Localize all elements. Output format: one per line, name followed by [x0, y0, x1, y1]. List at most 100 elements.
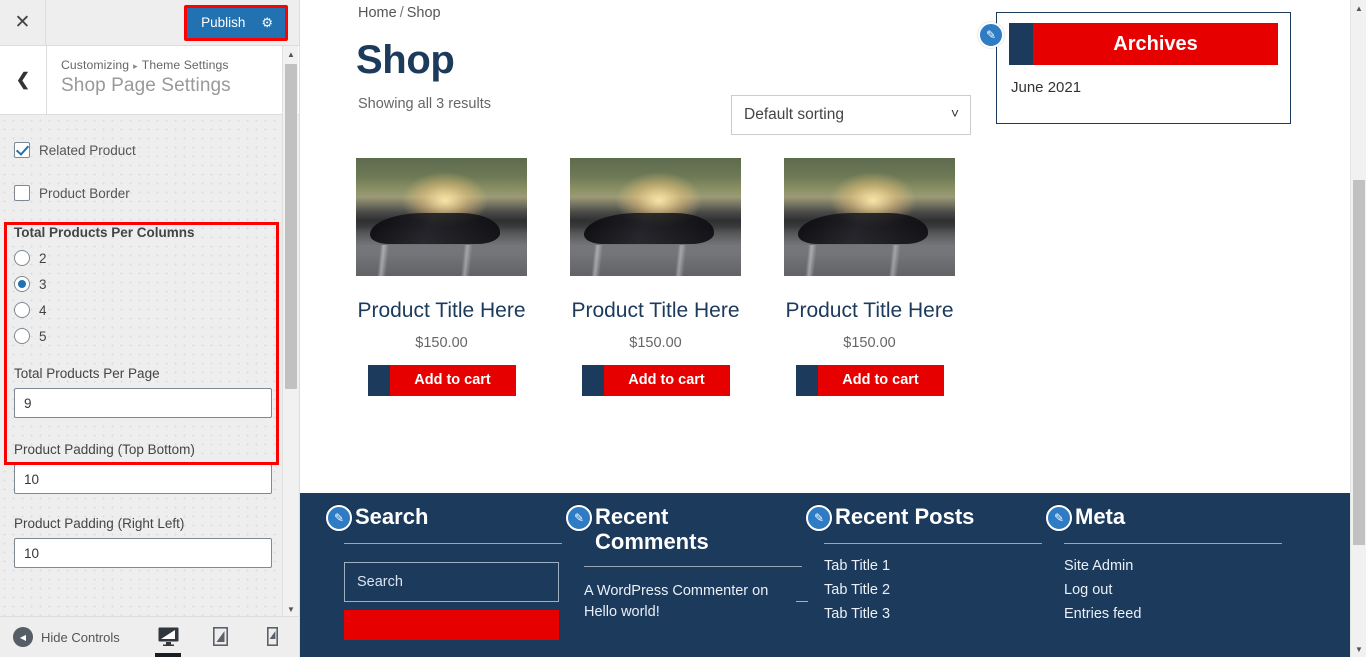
radio-icon[interactable]	[14, 328, 30, 344]
breadcrumb: Customizing▸Theme Settings	[61, 58, 231, 72]
button-accent-block	[796, 365, 818, 396]
product-title[interactable]: Product Title Here	[356, 298, 527, 325]
checkbox-icon-unchecked[interactable]	[14, 185, 30, 201]
radio-label: 4	[39, 303, 47, 318]
desktop-preview-icon[interactable]	[153, 616, 183, 657]
button-accent-block	[368, 365, 390, 396]
per-page-control: Total Products Per Page	[0, 366, 286, 418]
add-to-cart-button[interactable]: Add to cart	[582, 365, 730, 396]
page-title: Shop	[356, 38, 454, 83]
edit-pencil-icon[interactable]: ✎	[978, 22, 1004, 48]
add-to-cart-button[interactable]: Add to cart	[796, 365, 944, 396]
results-count: Showing all 3 results	[358, 96, 491, 112]
sidebar-scrollbar[interactable]: ▲ ▼	[282, 46, 298, 617]
widget-title: Archives	[1033, 23, 1278, 65]
sorting-select[interactable]: Default sorting ˅	[731, 95, 971, 135]
radio-columns-3[interactable]: 3	[0, 276, 286, 292]
product-image[interactable]	[356, 158, 527, 276]
columns-control-group: Total Products Per Columns 2 3 4 5	[0, 225, 286, 344]
edit-pencil-icon[interactable]: ✎	[326, 505, 352, 531]
scroll-down-icon[interactable]: ▼	[283, 601, 299, 617]
list-item[interactable]: Tab Title 1	[824, 558, 1028, 574]
hide-controls-button[interactable]: ◀ Hide Controls	[0, 627, 120, 647]
footer-widget-row: ✎ Search ✎ Recent Comments A WordPress C…	[300, 493, 1350, 645]
add-to-cart-button[interactable]: Add to cart	[368, 365, 516, 396]
preview-scrollbar[interactable]: ▲ ▼	[1350, 0, 1366, 657]
padding-rl-input[interactable]	[14, 538, 272, 568]
product-card[interactable]: Product Title Here $150.00 Add to cart	[784, 158, 955, 396]
breadcrumb-section[interactable]: Theme Settings	[142, 58, 229, 72]
divider	[584, 566, 802, 567]
sidebar-scrollbar-thumb[interactable]	[285, 64, 297, 389]
recent-posts-list: Tab Title 1 Tab Title 2 Tab Title 3	[824, 558, 1028, 622]
padding-tb-control: Product Padding (Top Bottom)	[0, 442, 286, 494]
radio-icon[interactable]	[14, 250, 30, 266]
footer-widget-recent-posts: ✎ Recent Posts Tab Title 1 Tab Title 2 T…	[806, 505, 1046, 645]
widget-accent-block	[1009, 23, 1033, 65]
product-title[interactable]: Product Title Here	[784, 298, 955, 325]
divider	[1064, 543, 1282, 544]
sorting-selected-value: Default sorting	[744, 106, 844, 124]
divider	[344, 543, 562, 544]
list-item[interactable]: Tab Title 2	[824, 582, 1028, 598]
product-card[interactable]: Product Title Here $150.00 Add to cart	[570, 158, 741, 396]
edit-pencil-icon[interactable]: ✎	[806, 505, 832, 531]
edit-pencil-icon[interactable]: ✎	[1046, 505, 1072, 531]
mobile-preview-icon[interactable]	[257, 616, 287, 657]
add-to-cart-label: Add to cart	[390, 365, 516, 396]
list-item[interactable]: Log out	[1064, 582, 1268, 598]
list-item[interactable]: Site Admin	[1064, 558, 1268, 574]
meta-list: Site Admin Log out Entries feed	[1064, 558, 1268, 622]
preview-scrollbar-thumb[interactable]	[1353, 180, 1365, 545]
radio-label: 3	[39, 277, 47, 292]
chevron-left-circle-icon: ◀	[13, 627, 33, 647]
columns-group-label: Total Products Per Columns	[0, 225, 286, 240]
search-submit-button[interactable]	[344, 610, 559, 640]
per-page-label: Total Products Per Page	[0, 366, 286, 381]
tablet-preview-icon[interactable]	[205, 616, 235, 657]
publish-button[interactable]: Publish ⚙	[187, 8, 285, 38]
widget-title: Search	[355, 505, 428, 530]
chevron-left-icon[interactable]: ❮	[0, 46, 47, 114]
add-to-cart-label: Add to cart	[818, 365, 944, 396]
product-price: $150.00	[784, 335, 955, 351]
product-image[interactable]	[784, 158, 955, 276]
divider	[824, 543, 1042, 544]
checkbox-label: Related Product	[39, 143, 136, 158]
radio-columns-5[interactable]: 5	[0, 328, 286, 344]
hide-controls-label: Hide Controls	[41, 630, 120, 645]
widget-title: Recent Posts	[835, 505, 974, 530]
breadcrumb-root[interactable]: Customizing	[61, 58, 129, 72]
search-input[interactable]	[344, 562, 559, 602]
gear-icon[interactable]: ⚙	[261, 8, 273, 38]
padding-tb-input[interactable]	[14, 464, 272, 494]
product-grid: Product Title Here $150.00 Add to cart P…	[356, 158, 955, 396]
product-card[interactable]: Product Title Here $150.00 Add to cart	[356, 158, 527, 396]
product-title[interactable]: Product Title Here	[570, 298, 741, 325]
scroll-down-icon[interactable]: ▼	[1351, 641, 1366, 657]
radio-label: 5	[39, 329, 47, 344]
checkbox-icon-checked[interactable]	[14, 142, 30, 158]
radio-columns-2[interactable]: 2	[0, 250, 286, 266]
list-item[interactable]: Tab Title 3	[824, 606, 1028, 622]
product-image[interactable]	[570, 158, 741, 276]
customizer-panel-header: ❮ Customizing▸Theme Settings Shop Page S…	[0, 46, 299, 115]
comment-author[interactable]: A WordPress Commenter	[584, 583, 748, 599]
scroll-up-icon[interactable]: ▲	[283, 46, 299, 62]
archives-item[interactable]: June 2021	[1011, 79, 1290, 96]
radio-icon-selected[interactable]	[14, 276, 30, 292]
scroll-up-icon[interactable]: ▲	[1351, 0, 1366, 16]
close-icon[interactable]: ✕	[0, 0, 46, 45]
widget-title: Recent Comments	[595, 505, 788, 554]
checkbox-related-product[interactable]: Related Product	[0, 142, 286, 158]
radio-columns-4[interactable]: 4	[0, 302, 286, 318]
edit-pencil-icon[interactable]: ✎	[566, 505, 592, 531]
radio-icon[interactable]	[14, 302, 30, 318]
radio-label: 2	[39, 251, 47, 266]
customizer-screen: ✕ Publish ⚙ ❮ Customizing▸Theme Settings…	[0, 0, 1366, 657]
checkbox-product-border[interactable]: Product Border	[0, 185, 286, 201]
list-item[interactable]: Entries feed	[1064, 606, 1268, 622]
breadcrumb-home[interactable]: Home	[358, 5, 397, 21]
widget-title-bar: Archives	[1009, 23, 1278, 65]
per-page-input[interactable]	[14, 388, 272, 418]
